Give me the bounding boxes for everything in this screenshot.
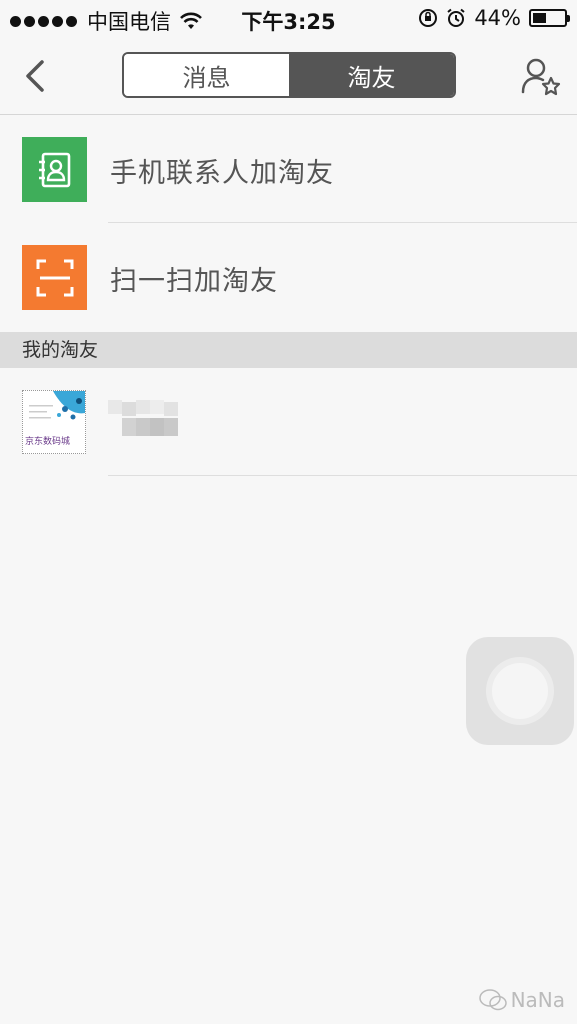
contacts-icon bbox=[22, 137, 87, 202]
assistive-touch-button[interactable] bbox=[466, 637, 574, 745]
row-divider bbox=[108, 475, 577, 476]
tab-messages[interactable]: 消息 bbox=[124, 54, 289, 96]
watermark-text: NaNa bbox=[510, 988, 565, 1012]
friend-name-blurred bbox=[108, 400, 178, 440]
battery-percent: 44% bbox=[474, 6, 521, 30]
avatar: 京东数码城 bbox=[22, 390, 86, 454]
section-header-my-friends: 我的淘友 bbox=[0, 332, 577, 368]
rotation-lock-icon bbox=[419, 9, 438, 27]
scan-add-label: 扫一扫加淘友 bbox=[110, 266, 278, 297]
status-left: 中国电信 bbox=[10, 6, 203, 36]
nav-bar: 消息 淘友 bbox=[0, 38, 577, 115]
alarm-icon bbox=[447, 8, 465, 27]
avatar-brand-text: 京东数码城 bbox=[25, 437, 71, 447]
segmented-control: 消息 淘友 bbox=[122, 52, 456, 98]
carrier-label: 中国电信 bbox=[87, 10, 171, 34]
add-from-contacts-row[interactable]: 手机联系人加淘友 bbox=[0, 115, 577, 223]
wechat-icon bbox=[478, 989, 507, 1011]
assistive-touch-dot bbox=[492, 663, 548, 719]
chevron-left-icon bbox=[26, 60, 44, 92]
user-star-icon bbox=[521, 58, 561, 96]
add-from-contacts-label: 手机联系人加淘友 bbox=[110, 158, 334, 189]
tab-taoyou[interactable]: 淘友 bbox=[289, 54, 454, 96]
battery-icon bbox=[529, 9, 570, 27]
watermark: NaNa bbox=[478, 988, 565, 1012]
signal-strength-icon bbox=[10, 15, 77, 27]
scan-icon bbox=[22, 245, 87, 310]
status-bar: 中国电信 下午3:25 44% bbox=[0, 0, 577, 38]
favorite-friends-button[interactable] bbox=[519, 54, 563, 98]
status-right: 44% bbox=[418, 6, 570, 30]
back-button[interactable] bbox=[18, 56, 58, 96]
friend-list-item[interactable]: 京东数码城 bbox=[0, 368, 577, 476]
battery-fill bbox=[533, 13, 547, 23]
wifi-icon bbox=[180, 12, 202, 29]
scan-add-row[interactable]: 扫一扫加淘友 bbox=[0, 223, 577, 331]
